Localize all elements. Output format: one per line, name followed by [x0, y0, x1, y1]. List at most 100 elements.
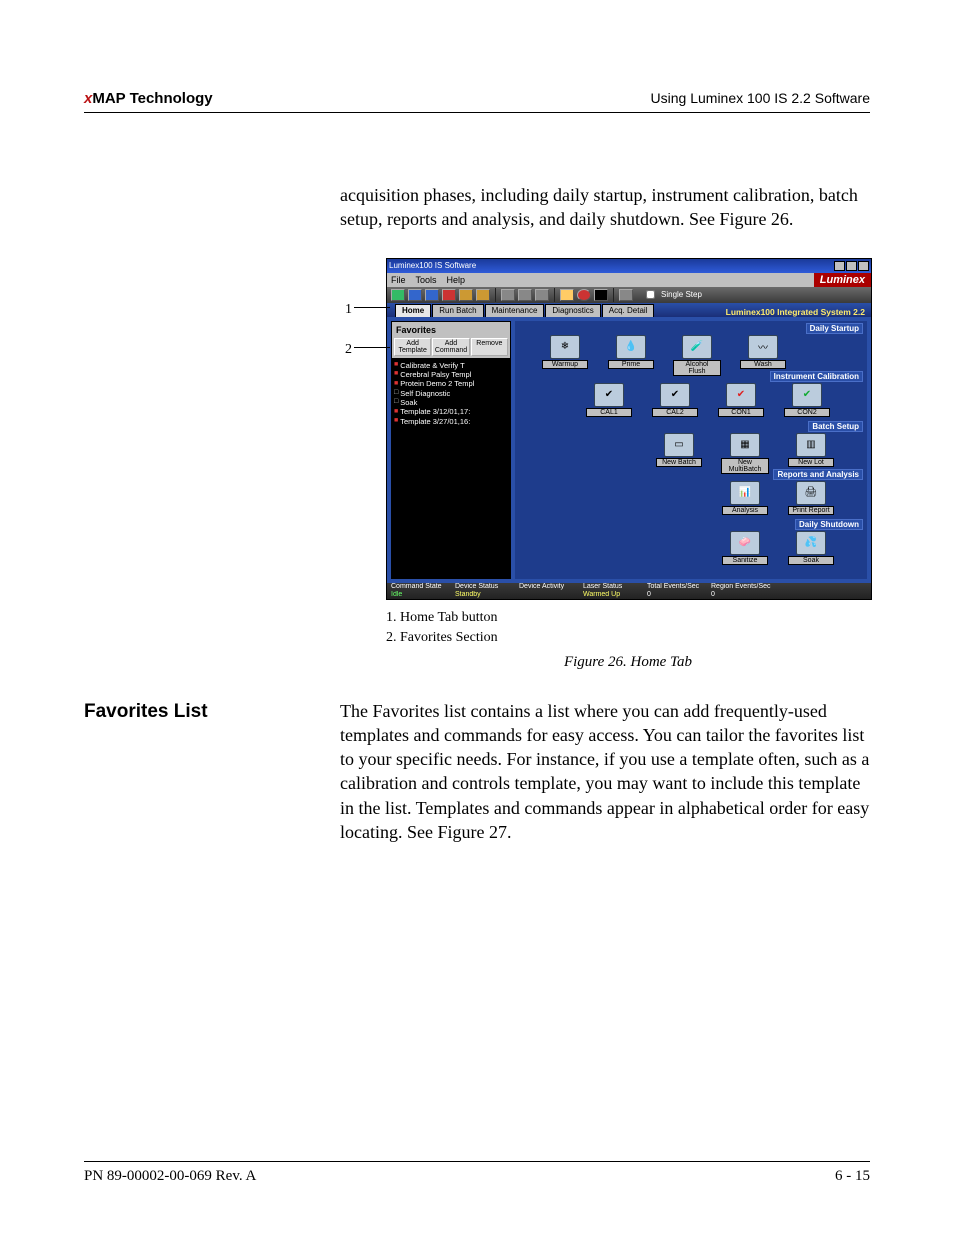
sb-label-dev: Device Status: [455, 583, 515, 591]
screenshot: Luminex100 IS Software File Tools Help L…: [386, 258, 870, 671]
prime-button[interactable]: 💧Prime: [607, 335, 655, 376]
group-instrument-calibration: Instrument Calibration: [770, 371, 863, 382]
work-area: Favorites Add Template Add Command Remov…: [387, 317, 871, 583]
sb-value-total: 0: [647, 591, 707, 599]
soak-icon: 💦: [796, 531, 826, 555]
sb-label-cmd: Command State: [391, 583, 451, 591]
new-lot-button[interactable]: ▥New Lot: [787, 433, 835, 474]
alcohol-flush-icon: 🧪: [682, 335, 712, 359]
list-item[interactable]: Cerebral Palsy Templ: [394, 370, 508, 379]
section-body: The Favorites list contains a list where…: [340, 699, 870, 845]
minimize-icon[interactable]: [834, 261, 845, 271]
toolbar-separator: [613, 288, 614, 302]
toolbar-icon[interactable]: [425, 289, 439, 301]
callout-2: 2: [340, 342, 352, 358]
print-report-button[interactable]: 🖨Print Report: [787, 481, 835, 515]
cal2-icon: ✔: [660, 383, 690, 407]
sb-label-region: Region Events/Sec: [711, 583, 771, 591]
alcohol-flush-button[interactable]: 🧪Alcohol Flush: [673, 335, 721, 376]
menu-tools[interactable]: Tools: [416, 275, 437, 285]
con1-button[interactable]: ✔CON1: [717, 383, 765, 417]
sb-value-dev: Standby: [455, 591, 515, 599]
callout-2-line: [354, 347, 390, 348]
analysis-button[interactable]: 📊Analysis: [721, 481, 769, 515]
intro-paragraph: acquisition phases, including daily star…: [340, 183, 870, 232]
maximize-icon[interactable]: [846, 261, 857, 271]
footer-left: PN 89-00002-00-069 Rev. A: [84, 1168, 256, 1185]
single-step[interactable]: Single Step: [642, 287, 702, 302]
page-header: xMAP Technology Using Luminex 100 IS 2.2…: [84, 90, 870, 108]
warmup-icon: ❄: [550, 335, 580, 359]
callout-1-line: [354, 307, 390, 308]
toolbar-icon[interactable]: [459, 289, 473, 301]
tab-diagnostics[interactable]: Diagnostics: [545, 304, 600, 317]
menu-help[interactable]: Help: [447, 275, 466, 285]
toolbar: Single Step: [387, 287, 871, 303]
analysis-icon: 📊: [730, 481, 760, 505]
group-daily-startup: Daily Startup: [806, 323, 863, 334]
titlebar: Luminex100 IS Software: [387, 259, 871, 273]
legend-1: 1. Home Tab button: [386, 610, 870, 626]
page-footer: PN 89-00002-00-069 Rev. A 6 - 15: [84, 1161, 870, 1185]
header-right: Using Luminex 100 IS 2.2 Software: [651, 90, 870, 108]
sanitize-icon: 🧼: [730, 531, 760, 555]
footer-rule: [84, 1161, 870, 1162]
tab-run-batch[interactable]: Run Batch: [432, 304, 483, 317]
toolbar-icon[interactable]: [560, 289, 574, 301]
cal2-button[interactable]: ✔CAL2: [651, 383, 699, 417]
toolbar-icon[interactable]: [535, 289, 549, 301]
wash-button[interactable]: 〰Wash: [739, 335, 787, 376]
menu-file[interactable]: File: [391, 275, 406, 285]
brand-logo: Luminex: [814, 273, 871, 287]
toolbar-icon[interactable]: [408, 289, 422, 301]
new-lot-icon: ▥: [796, 433, 826, 457]
sb-value-laser: Warmed Up: [583, 591, 643, 599]
cal1-button[interactable]: ✔CAL1: [585, 383, 633, 417]
list-item[interactable]: Template 3/12/01,17:: [394, 407, 508, 416]
new-multibatch-button[interactable]: ▦New MultiBatch: [721, 433, 769, 474]
system-version: Luminex100 Integrated System 2.2: [726, 307, 871, 317]
menubar: File Tools Help Luminex: [387, 273, 871, 287]
group-daily-shutdown: Daily Shutdown: [795, 519, 863, 530]
header-rule: [84, 112, 870, 113]
figure-legend: 1. Home Tab button 2. Favorites Section: [386, 610, 870, 646]
close-icon[interactable]: [858, 261, 869, 271]
tab-acq-detail[interactable]: Acq. Detail: [602, 304, 655, 317]
favorites-list-section: Favorites List The Favorites list contai…: [84, 699, 870, 845]
list-item[interactable]: Self Diagnostic: [394, 389, 508, 398]
toolbar-icon[interactable]: [619, 289, 633, 301]
window-title: Luminex100 IS Software: [389, 261, 476, 270]
sb-value-act: [519, 591, 579, 599]
list-item[interactable]: Calibrate & Verify T: [394, 361, 508, 370]
toolbar-icon[interactable]: [577, 289, 591, 301]
new-batch-button[interactable]: ▭New Batch: [655, 433, 703, 474]
favorites-list[interactable]: Calibrate & Verify T Cerebral Palsy Temp…: [391, 359, 511, 579]
toolbar-icon[interactable]: [476, 289, 490, 301]
toolbar-icon[interactable]: [518, 289, 532, 301]
figure-caption: Figure 26. Home Tab: [386, 654, 870, 671]
warmup-button[interactable]: ❄Warmup: [541, 335, 589, 376]
toolbar-icon[interactable]: [501, 289, 515, 301]
con2-button[interactable]: ✔CON2: [783, 383, 831, 417]
con1-icon: ✔: [726, 383, 756, 407]
toolbar-icon[interactable]: [391, 289, 405, 301]
print-report-icon: 🖨: [796, 481, 826, 505]
soak-button[interactable]: 💦Soak: [787, 531, 835, 565]
tab-home[interactable]: Home: [395, 304, 431, 317]
remove-button[interactable]: Remove: [471, 338, 508, 356]
single-step-checkbox[interactable]: [646, 290, 655, 299]
list-item[interactable]: Template 3/27/01,16:: [394, 417, 508, 426]
sanitize-button[interactable]: 🧼Sanitize: [721, 531, 769, 565]
legend-2: 2. Favorites Section: [386, 630, 870, 646]
header-left: xMAP Technology: [84, 90, 213, 108]
tab-maintenance[interactable]: Maintenance: [485, 304, 545, 317]
list-item[interactable]: Soak: [394, 398, 508, 407]
con2-icon: ✔: [792, 383, 822, 407]
eject-icon[interactable]: [594, 289, 608, 301]
list-item[interactable]: Protein Demo 2 Templ: [394, 379, 508, 388]
toolbar-icon[interactable]: [442, 289, 456, 301]
status-bar: Command State Device Status Device Activ…: [387, 583, 871, 599]
sb-label-laser: Laser Status: [583, 583, 643, 591]
add-template-button[interactable]: Add Template: [394, 338, 431, 356]
add-command-button[interactable]: Add Command: [432, 338, 469, 356]
